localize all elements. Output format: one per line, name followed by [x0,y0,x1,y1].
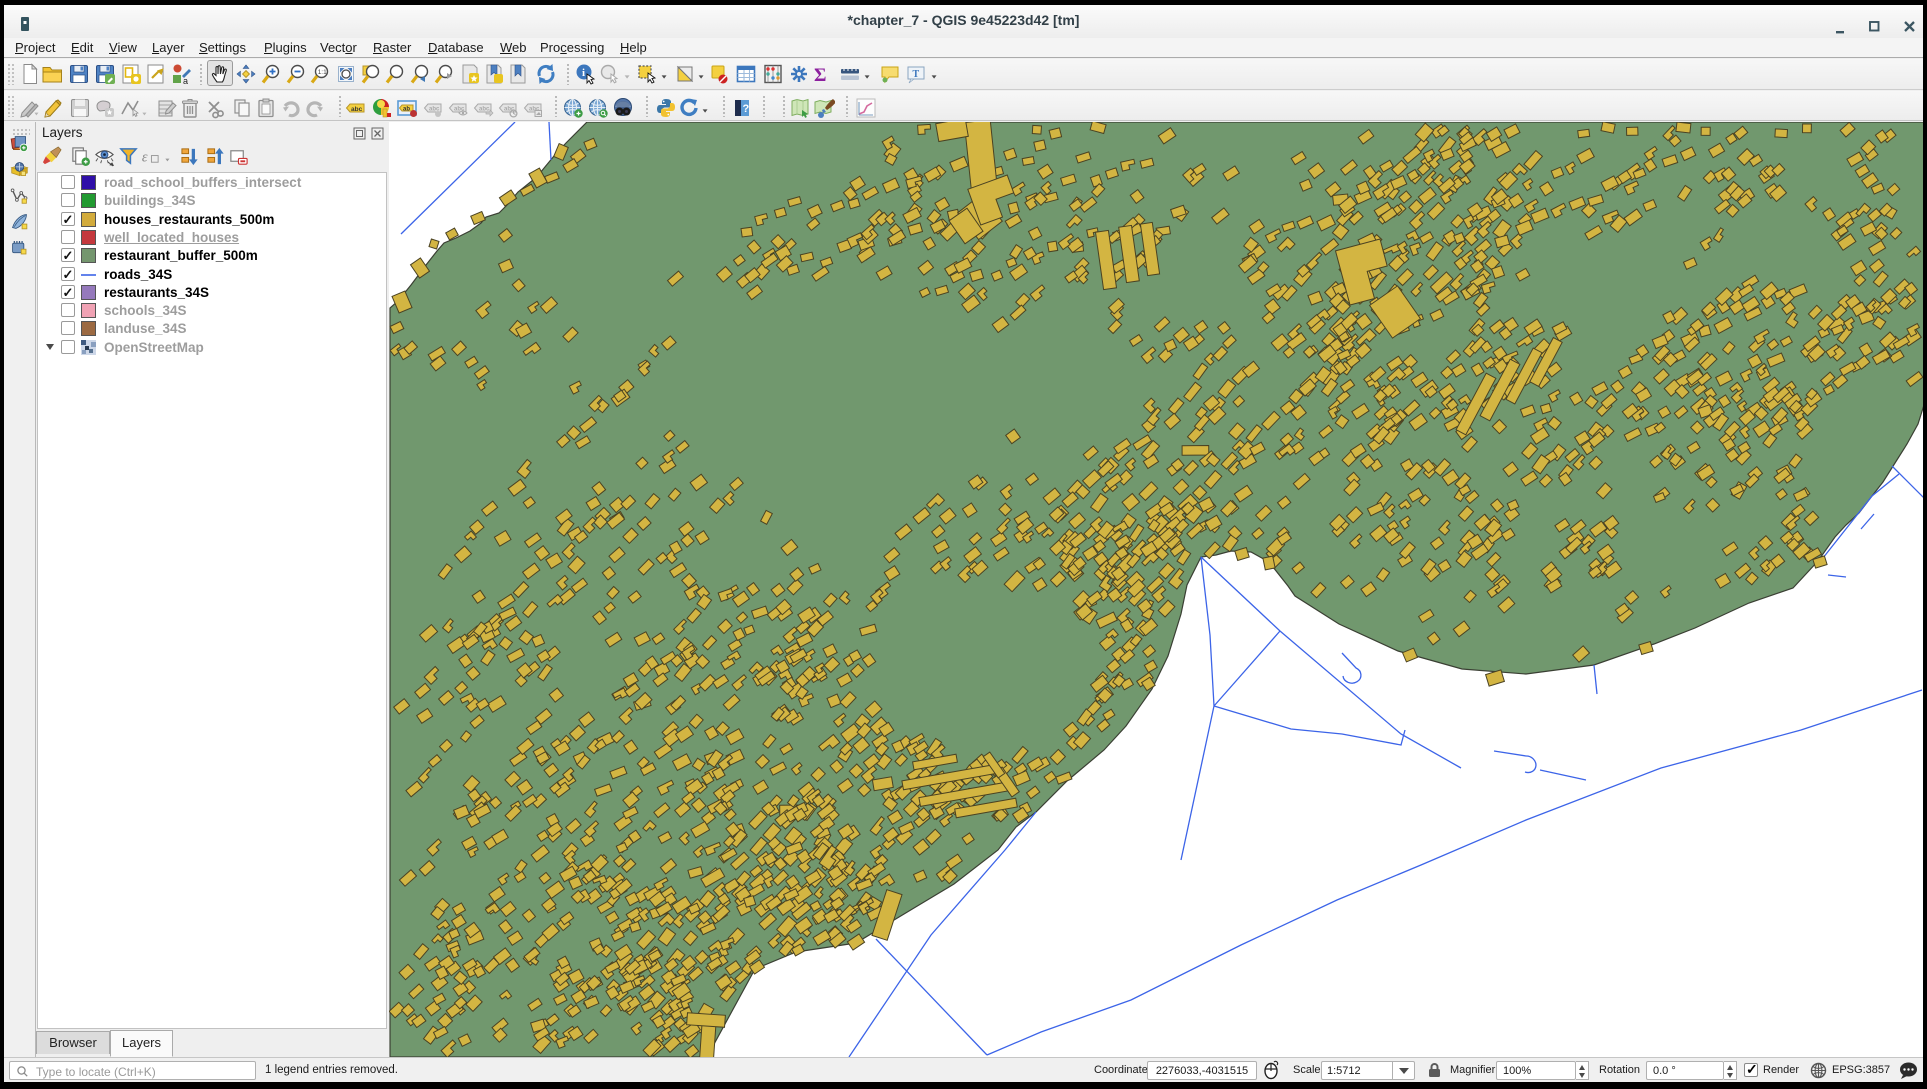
svg-text:?: ? [743,103,750,115]
svg-text:abc: abc [351,106,363,113]
svg-text:ε: ε [142,149,148,165]
svg-text:i: i [582,67,585,79]
svg-text:T: T [913,69,920,80]
svg-text:1:1: 1:1 [318,69,327,76]
svg-text:ab: ab [403,107,410,113]
svg-text:abc: abc [479,107,490,113]
svg-text:a: a [183,76,188,85]
svg-text:Σ: Σ [814,65,826,85]
